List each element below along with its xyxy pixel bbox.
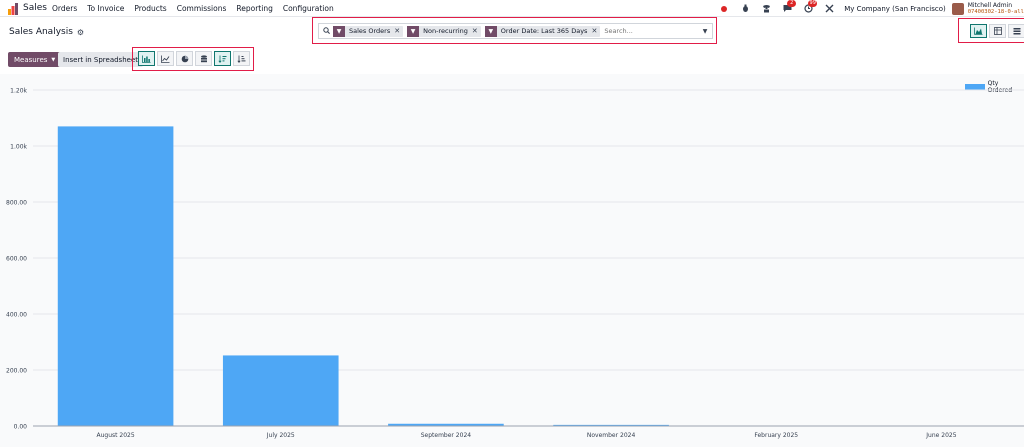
filter-icon: ▼	[407, 25, 420, 37]
caret-down-icon: ▼	[51, 56, 56, 63]
graph-view-icon[interactable]	[970, 24, 987, 38]
legend-label: Qty Ordered	[987, 80, 1013, 94]
chart-legend[interactable]: Qty Ordered	[965, 80, 1024, 94]
legend-swatch	[965, 84, 985, 90]
filter-icon: ▼	[333, 25, 345, 37]
menu-configuration[interactable]: Configuration	[283, 4, 334, 13]
view-switcher	[970, 24, 1024, 38]
menu-commissions[interactable]: Commissions	[177, 4, 227, 13]
activity-badge: 99	[808, 0, 818, 7]
facet-label: Sales Orders	[349, 27, 391, 35]
stacked-icon[interactable]	[195, 51, 212, 66]
search-icon[interactable]	[319, 26, 333, 36]
insert-spreadsheet-button[interactable]: Insert in Spreadsheet	[58, 52, 144, 67]
line-chart-icon[interactable]	[157, 51, 174, 66]
main-menu: Orders To Invoice Products Commissions R…	[52, 4, 334, 13]
gear-icon[interactable]: ⚙	[77, 28, 84, 37]
app-name[interactable]: Sales	[23, 3, 47, 13]
close-icon[interactable]: ✕	[394, 27, 403, 35]
sort-descending-icon[interactable]	[214, 51, 231, 66]
user-avatar[interactable]	[951, 2, 964, 15]
messages-icon[interactable]: 2	[781, 0, 797, 15]
facet-order-date[interactable]: ▼ Order Date: Last 365 Days ✕	[484, 25, 601, 37]
pie-chart-icon[interactable]	[176, 51, 193, 66]
bar-chart-icon[interactable]	[138, 51, 155, 66]
measures-button[interactable]: Measures ▼	[8, 52, 62, 67]
menu-reporting[interactable]: Reporting	[236, 4, 272, 13]
user-menu[interactable]: Mitchell Admin 07400302-18-0-all	[968, 2, 1024, 16]
database-name: 07400302-18-0-all	[967, 8, 1024, 15]
close-icon[interactable]: ✕	[591, 27, 600, 35]
chart-area	[0, 74, 1024, 447]
messages-badge: 2	[787, 0, 797, 7]
search-bar[interactable]: ▼ Sales Orders ✕ ▼ Non-recurring ✕ ▼ Ord…	[318, 23, 713, 39]
insert-spreadsheet-label: Insert in Spreadsheet	[63, 55, 139, 64]
facet-non-recurring[interactable]: ▼ Non-recurring ✕	[407, 25, 481, 37]
facet-label: Non-recurring	[423, 27, 468, 35]
chart-type-toolbar	[138, 51, 252, 66]
pivot-view-icon[interactable]	[989, 24, 1006, 38]
activity-clock-icon[interactable]: 99	[802, 0, 818, 15]
sales-app-icon[interactable]	[7, 3, 19, 15]
status-dot-icon	[718, 3, 730, 15]
tools-icon[interactable]	[823, 3, 835, 15]
user-name: Mitchell Admin	[967, 1, 1013, 9]
company-switcher[interactable]: My Company (San Francisco)	[844, 5, 945, 13]
menu-orders[interactable]: Orders	[52, 4, 77, 13]
bug-icon[interactable]	[739, 3, 751, 15]
filter-icon: ▼	[484, 25, 497, 37]
sort-ascending-icon[interactable]	[233, 51, 250, 66]
measures-label: Measures	[14, 55, 48, 64]
close-icon[interactable]: ✕	[472, 27, 481, 35]
page-title: Sales Analysis	[9, 27, 73, 37]
breadcrumb: Sales Analysis ⚙	[9, 27, 84, 37]
facet-label: Order Date: Last 365 Days	[500, 27, 588, 35]
list-view-icon[interactable]	[1008, 24, 1024, 38]
search-input[interactable]	[604, 25, 698, 37]
caret-down-icon[interactable]: ▼	[698, 28, 712, 35]
top-navbar: Sales Orders To Invoice Products Commiss…	[0, 0, 1024, 17]
menu-to-invoice[interactable]: To Invoice	[87, 4, 124, 13]
facet-sales-orders[interactable]: ▼ Sales Orders ✕	[333, 25, 404, 37]
phone-icon[interactable]	[760, 3, 772, 15]
systray: 2 99 My Company (San Francisco) Mitchell…	[718, 0, 1024, 17]
menu-products[interactable]: Products	[134, 4, 166, 13]
